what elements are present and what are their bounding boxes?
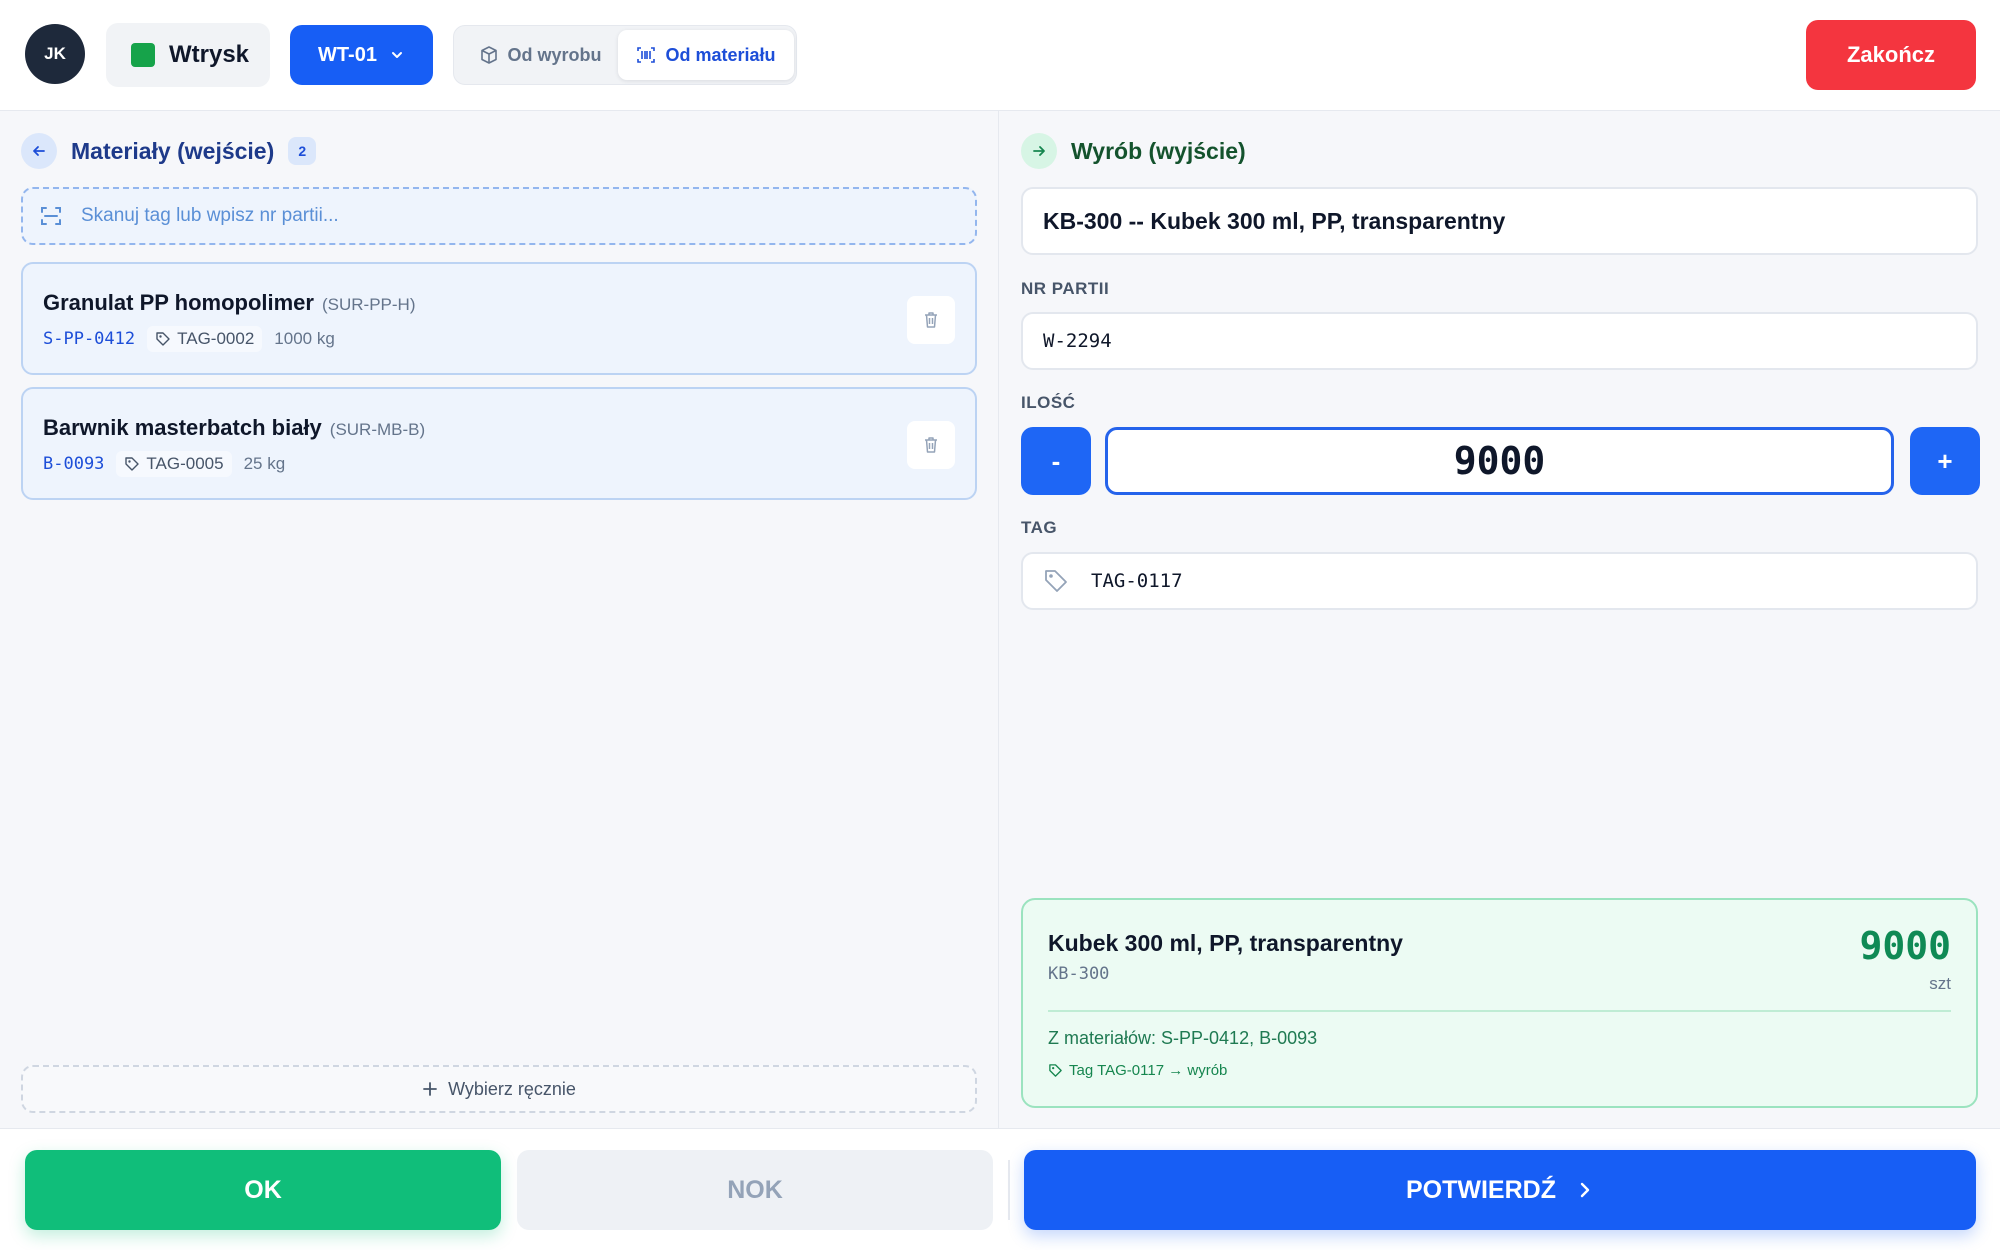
summary-product-code: KB-300	[1048, 964, 1110, 984]
material-name: Granulat PP homopolimer	[43, 290, 314, 315]
process-chip[interactable]: Wtrysk	[106, 23, 270, 87]
scan-icon	[41, 207, 61, 225]
material-lot: S-PP-0412	[43, 329, 136, 349]
summary-unit: szt	[1929, 974, 1951, 993]
ok-button[interactable]: OK	[25, 1150, 501, 1230]
tag-icon	[1049, 1064, 1062, 1077]
user-avatar[interactable]: JK	[25, 24, 85, 84]
material-code: (SUR-MB-B)	[329, 420, 426, 439]
chevron-right-icon	[1580, 1182, 1590, 1198]
product-select[interactable]: KB-300 -- Kubek 300 ml, PP, transparentn…	[1021, 187, 1978, 255]
lot-label: NR PARTII	[1021, 279, 1110, 298]
delete-material-button[interactable]	[907, 296, 955, 344]
tag-input[interactable]: TAG-0117	[1021, 552, 1978, 610]
manual-select-button[interactable]: Wybierz ręcznie	[21, 1065, 977, 1113]
tag-icon	[125, 457, 140, 471]
machine-select-button[interactable]: WT-01	[290, 25, 433, 85]
barcode-icon	[637, 47, 656, 63]
tag-icon	[1045, 570, 1067, 592]
qty-input[interactable]: 9000	[1105, 427, 1894, 495]
qty-label: ILOŚĆ	[1021, 393, 1076, 412]
material-code: (SUR-PP-H)	[321, 295, 416, 314]
scan-placeholder: Skanuj tag lub wpisz nr partii...	[81, 205, 339, 226]
summary-tag-text: Tag TAG-0117 → wyrób	[1069, 1062, 1228, 1079]
tab-od-wyrobu-label: Od wyrobu	[507, 44, 602, 65]
tab-od-materialu-label: Od materiału	[665, 44, 776, 65]
material-card[interactable]: Granulat PP homopolimer (SUR-PP-H) S-PP-0…	[21, 262, 977, 375]
chevron-down-icon	[391, 52, 402, 58]
tag-value: TAG-0117	[1091, 570, 1183, 592]
trash-icon	[925, 312, 937, 328]
action-separator	[1008, 1160, 1010, 1220]
materials-header: Materiały (wejście) 2	[21, 133, 317, 169]
plus-icon	[423, 1082, 437, 1096]
material-name: Barwnik masterbatch biały	[43, 415, 322, 440]
tab-od-materialu[interactable]: Od materiału	[618, 30, 794, 80]
material-tag-chip: TAG-0002	[147, 326, 263, 352]
material-qty: 1000 kg	[274, 329, 335, 348]
materials-title: Materiały (wejście)	[71, 137, 275, 164]
tag-label: TAG	[1021, 518, 1058, 537]
summary-product-name: Kubek 300 ml, PP, transparentny	[1048, 930, 1403, 956]
material-tag-chip: TAG-0005	[116, 451, 232, 477]
confirm-label: POTWIERDŹ	[1406, 1175, 1556, 1204]
qty-plus-button[interactable]: +	[1910, 427, 1980, 495]
confirm-button[interactable]: POTWIERDŹ	[1024, 1150, 1976, 1230]
material-card[interactable]: Barwnik masterbatch biały (SUR-MB-B) B-00…	[21, 387, 977, 500]
process-label: Wtrysk	[169, 41, 250, 68]
material-tag: TAG-0005	[146, 454, 224, 473]
product-header: Wyrób (wyjście)	[1021, 133, 1246, 169]
box-icon	[480, 46, 497, 64]
material-lot: B-0093	[43, 454, 105, 474]
summary-card: Kubek 300 ml, PP, transparentny KB-300 9…	[1021, 898, 1978, 1108]
material-qty: 25 kg	[243, 454, 286, 473]
materials-count-badge: 2	[288, 137, 317, 165]
nok-button[interactable]: NOK	[517, 1150, 993, 1230]
manual-select-label: Wybierz ręcznie	[448, 1078, 576, 1099]
end-button[interactable]: Zakończ	[1806, 20, 1976, 90]
top-bar: JK Wtrysk WT-01 Od wyrobu Od materiału Z…	[0, 0, 2000, 111]
qty-minus-button[interactable]: -	[1021, 427, 1091, 495]
arrow-right-icon	[1021, 133, 1057, 169]
summary-qty: 9000	[1859, 924, 1951, 968]
machine-label: WT-01	[318, 43, 377, 66]
material-tag: TAG-0002	[177, 329, 255, 348]
scan-input[interactable]: Skanuj tag lub wpisz nr partii...	[21, 187, 977, 245]
summary-tag-note: Tag TAG-0117 → wyrób	[1048, 1062, 1227, 1079]
delete-material-button[interactable]	[907, 421, 955, 469]
arrow-left-icon	[21, 133, 57, 169]
trash-icon	[925, 437, 937, 453]
lot-input[interactable]: W-2294	[1021, 312, 1978, 370]
process-color-indicator	[131, 43, 155, 67]
tag-icon	[156, 332, 170, 346]
summary-from-materials: Z materiałów: S-PP-0412, B-0093	[1048, 1028, 1318, 1048]
product-title: Wyrób (wyjście)	[1071, 137, 1246, 164]
summary-divider	[1048, 1010, 1951, 1012]
mode-toggle: Od wyrobu Od materiału	[453, 25, 797, 85]
tab-od-wyrobu[interactable]: Od wyrobu	[460, 30, 620, 80]
